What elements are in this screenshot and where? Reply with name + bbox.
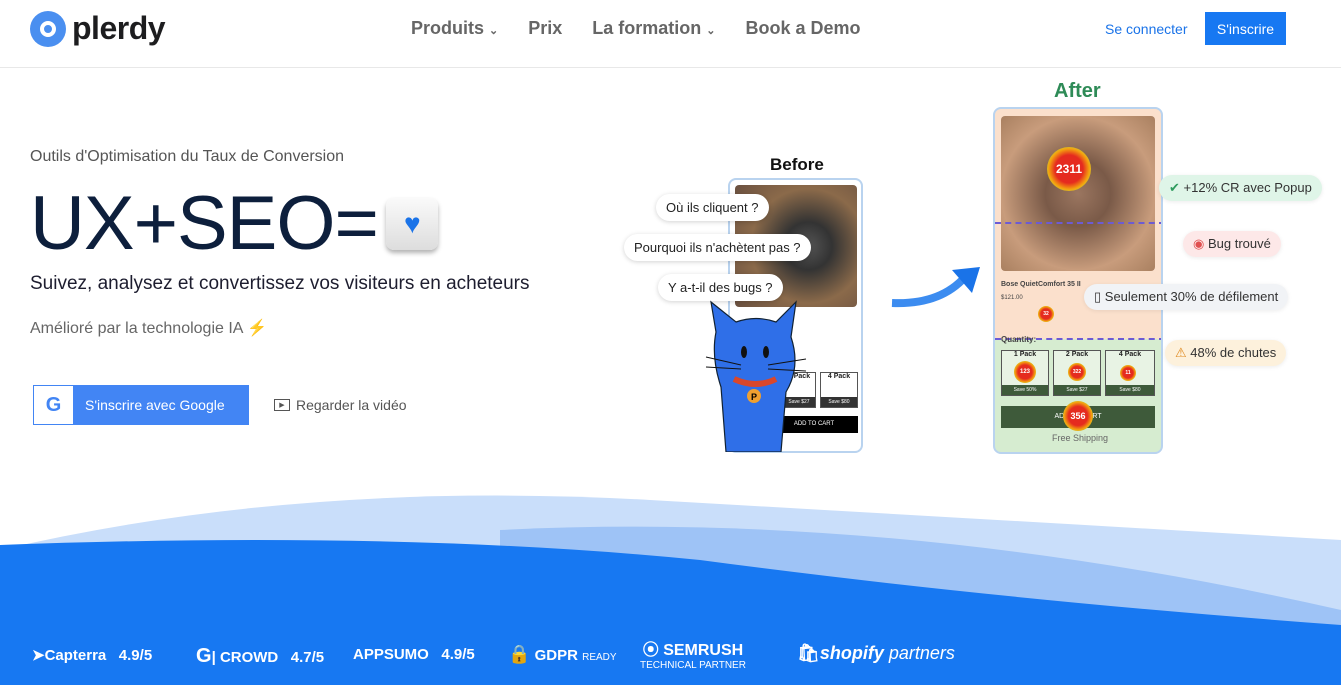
- capterra-icon: ➤: [32, 647, 45, 664]
- video-label: Regarder la vidéo: [296, 397, 407, 413]
- cat-mascot-icon: P: [705, 300, 807, 452]
- warning-icon: ⚠: [1175, 345, 1187, 360]
- ai-note: Amélioré par la technologie IA ⚡: [30, 318, 267, 338]
- question-bubble: Pourquoi ils n'achètent pas ?: [624, 234, 811, 261]
- ai-text: Amélioré par la technologie IA: [30, 320, 243, 337]
- google-icon: G: [34, 386, 73, 424]
- svg-text:P: P: [751, 392, 757, 402]
- play-icon: ▶: [274, 399, 290, 411]
- google-button-label: S'inscrire avec Google: [85, 397, 225, 413]
- after-label: After: [1054, 80, 1101, 102]
- heatmap-spot: 356: [1063, 401, 1093, 431]
- product-image: [1001, 116, 1155, 271]
- check-icon: ✔: [1169, 180, 1180, 195]
- g2crowd-badge: G| CROWD 4.7/5: [196, 645, 325, 667]
- pack-option: 4 Pack Save $80: [820, 372, 858, 408]
- header: plerdy Produits ⌄ Prix La formation ⌄ Book…: [0, 0, 1341, 68]
- heart-key-icon: ♥: [385, 197, 438, 250]
- hero-title: UX+SEO= ♥: [30, 180, 438, 267]
- chevron-down-icon: ⌄: [489, 25, 499, 37]
- google-signup-button[interactable]: G S'inscrire avec Google: [33, 385, 249, 425]
- heatmap-spot: 322: [1068, 363, 1086, 381]
- nav-label: Produits: [411, 18, 485, 38]
- question-bubble: Où ils cliquent ?: [656, 194, 769, 221]
- hero-tagline: Suivez, analysez et convertissez vos vis…: [30, 273, 530, 294]
- signup-button[interactable]: S'inscrire: [1205, 12, 1286, 45]
- shopify-bag-icon: 🛍: [797, 643, 820, 663]
- login-link[interactable]: Se connecter: [1105, 21, 1188, 37]
- insight-text: 48% de chutes: [1190, 345, 1277, 360]
- shopify-badge: 🛍shopify partners: [797, 643, 955, 663]
- g2-icon: G: [196, 645, 212, 667]
- watch-video-link[interactable]: ▶ Regarder la vidéo: [274, 397, 407, 413]
- product-price: $121.00: [1001, 295, 1023, 301]
- trust-badges: ➤Capterra 4.9/5 G| CROWD 4.7/5 APPSUMO 4…: [0, 636, 1341, 676]
- hero-subtitle: Outils d'Optimisation du Taux de Convers…: [30, 148, 345, 165]
- semrush-badge: ⦿ SEMRUSH TECHNICAL PARTNER: [640, 642, 746, 671]
- logo-text: plerdy: [72, 10, 166, 46]
- scroll-line: [995, 222, 1161, 224]
- insight-text: +12% CR avec Popup: [1183, 180, 1312, 195]
- plerdy-logo-icon: [30, 10, 66, 47]
- logo[interactable]: plerdy: [30, 10, 166, 47]
- product-name: Bose QuietComfort 35 II: [1001, 281, 1081, 288]
- heatmap-spot: 2311: [1047, 147, 1091, 191]
- nav-prix[interactable]: Prix: [528, 18, 562, 39]
- insight-text: Seulement 30% de défilement: [1104, 289, 1279, 304]
- arrow-icon: [891, 267, 980, 308]
- bug-icon: ◉: [1193, 236, 1205, 251]
- insight-pill: ▯ Seulement 30% de défilement: [1084, 284, 1289, 310]
- hero-title-text: UX+SEO=: [30, 181, 379, 266]
- after-phone: 2311 Bose QuietComfort 35 II $121.00 32 …: [993, 107, 1163, 454]
- capterra-badge: ➤Capterra 4.9/5: [32, 647, 153, 664]
- nav-demo[interactable]: Book a Demo: [746, 18, 861, 39]
- insight-pill: ◉ Bug trouvé: [1183, 231, 1281, 257]
- chevron-down-icon: ⌄: [706, 25, 716, 37]
- appsumo-badge: APPSUMO 4.9/5: [353, 646, 475, 663]
- main-nav: Produits ⌄ Prix La formation ⌄ Book a Demo: [411, 18, 861, 39]
- gdpr-badge: 🔒 GDPR READY: [508, 644, 617, 664]
- insight-pill: ⚠ 48% de chutes: [1165, 340, 1287, 366]
- nav-produits[interactable]: Produits ⌄: [411, 18, 498, 39]
- lock-icon: 🔒: [508, 644, 531, 664]
- heatmap-spot: 32: [1038, 306, 1054, 322]
- insight-text: Bug trouvé: [1207, 236, 1271, 251]
- quantity-label: Quantity:: [1001, 335, 1037, 344]
- shipping-note: Free Shipping: [1051, 433, 1109, 443]
- lightning-icon: ⚡: [247, 320, 267, 337]
- scroll-icon: ▯: [1094, 289, 1102, 304]
- nav-label: La formation: [592, 18, 702, 38]
- heatmap-spot: 123: [1014, 361, 1036, 383]
- insight-pill: ✔ +12% CR avec Popup: [1159, 175, 1322, 201]
- nav-label: Book a Demo: [745, 18, 861, 38]
- nav-formation[interactable]: La formation ⌄: [592, 18, 715, 39]
- nav-label: Prix: [528, 18, 563, 38]
- before-label: Before: [770, 155, 824, 174]
- heatmap-spot: 11: [1120, 365, 1136, 381]
- semrush-icon: ⦿: [642, 642, 659, 659]
